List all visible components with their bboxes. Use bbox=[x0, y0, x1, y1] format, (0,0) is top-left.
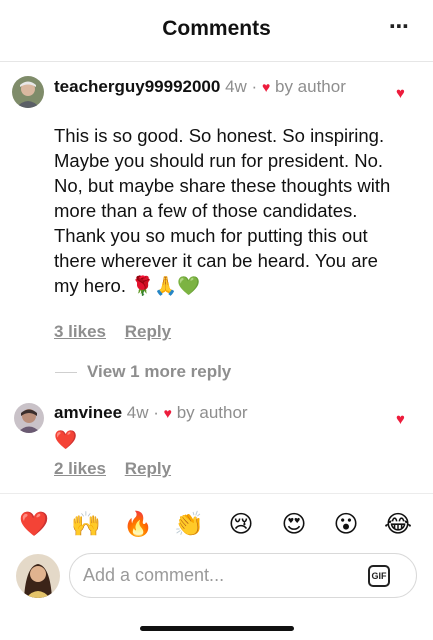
comment-header: amvinee 4w · ♥ by author bbox=[54, 402, 354, 424]
view-replies-label: View 1 more reply bbox=[87, 362, 232, 381]
comment-composer-bar: ❤️ 🙌 🔥 👏 😢 😍 😮 😂 Add a comment... GIF bbox=[0, 493, 433, 640]
heart-icon: ♥ bbox=[261, 79, 271, 95]
separator: · bbox=[153, 403, 159, 422]
avatar[interactable] bbox=[12, 76, 44, 108]
emoji-surprised-button[interactable]: 😮 bbox=[328, 508, 364, 542]
emoji-laughing-button[interactable]: 😂 bbox=[380, 508, 416, 542]
like-heart-icon[interactable]: ♥ bbox=[396, 85, 405, 102]
avatar[interactable] bbox=[14, 403, 44, 433]
comment-input[interactable]: Add a comment... GIF bbox=[69, 553, 417, 598]
page-title: Comments bbox=[162, 17, 271, 40]
comment-header: teacherguy99992000 4w · ♥ by author bbox=[54, 76, 354, 98]
emoji-clap-button[interactable]: 👏 bbox=[171, 508, 207, 542]
comment-text: This is so good. So honest. So inspiring… bbox=[54, 125, 391, 296]
comment-input-placeholder: Add a comment... bbox=[83, 565, 225, 585]
liked-by-author-label: by author bbox=[275, 77, 346, 96]
emoji-crying-button[interactable]: 😢 bbox=[223, 508, 259, 542]
more-options-icon[interactable]: ⋯ bbox=[387, 15, 411, 39]
home-indicator bbox=[140, 626, 294, 631]
user-avatar[interactable] bbox=[16, 554, 60, 598]
emoji-fire-button[interactable]: 🔥 bbox=[120, 508, 156, 542]
comments-header: Comments ⋯ bbox=[0, 0, 433, 62]
username[interactable]: amvinee bbox=[54, 403, 122, 422]
comment-actions: 3 likes Reply bbox=[54, 322, 185, 342]
view-more-replies-button[interactable]: View 1 more reply bbox=[55, 362, 231, 382]
liked-by-author-label: by author bbox=[176, 403, 248, 422]
likes-count-link[interactable]: 2 likes bbox=[54, 459, 106, 478]
quick-emoji-row: ❤️ 🙌 🔥 👏 😢 😍 😮 😂 bbox=[0, 508, 433, 542]
divider bbox=[55, 371, 77, 373]
reply-button[interactable]: Reply bbox=[125, 322, 171, 341]
comment-actions: 2 likes Reply bbox=[54, 459, 185, 479]
like-heart-icon[interactable]: ♥ bbox=[396, 411, 405, 428]
timestamp: 4w bbox=[225, 77, 247, 96]
gif-icon[interactable]: GIF bbox=[368, 565, 390, 587]
likes-count-link[interactable]: 3 likes bbox=[54, 322, 106, 341]
heart-icon: ♥ bbox=[163, 405, 172, 421]
separator: · bbox=[251, 77, 258, 96]
emoji-heart-button[interactable]: ❤️ bbox=[16, 508, 52, 542]
reply-button[interactable]: Reply bbox=[125, 459, 171, 478]
timestamp: 4w bbox=[126, 403, 149, 422]
emoji-raised-hands-button[interactable]: 🙌 bbox=[68, 508, 104, 542]
emoji-heart-eyes-button[interactable]: 😍 bbox=[276, 508, 312, 542]
username[interactable]: teacherguy99992000 bbox=[54, 77, 220, 96]
comment-text: ❤️ bbox=[54, 429, 78, 450]
